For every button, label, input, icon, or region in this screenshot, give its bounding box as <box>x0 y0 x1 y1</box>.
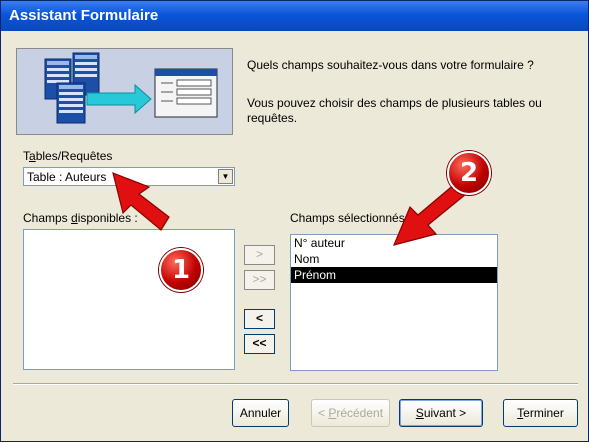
tables-to-form-graphic <box>44 52 218 124</box>
wizard-hint: Vous pouvez choisir des champs de plusie… <box>247 96 542 125</box>
wizard-illustration <box>16 48 233 135</box>
back-button[interactable]: < Précédent <box>311 399 390 427</box>
list-item-selected[interactable]: Prénom <box>291 267 497 283</box>
remove-field-button[interactable]: < <box>244 309 275 329</box>
wizard-window: Assistant Formulaire Quels champs souhai… <box>0 0 589 442</box>
wizard-question: Quels champs souhaitez-vous dans votre f… <box>247 58 534 72</box>
annotation-badge-2: 2 <box>447 151 491 195</box>
title-bar[interactable]: Assistant Formulaire <box>1 1 588 31</box>
finish-button[interactable]: Terminer <box>503 399 578 427</box>
cancel-button[interactable]: Annuler <box>232 399 289 427</box>
remove-all-fields-button[interactable]: << <box>244 334 275 354</box>
window-title: Assistant Formulaire <box>9 7 159 24</box>
annotation-badge-1: 1 <box>159 248 203 292</box>
available-fields-label: Champs disponibles : <box>23 211 138 225</box>
tables-queries-label: Tables/Requêtes <box>23 149 113 163</box>
available-fields-list[interactable] <box>23 229 235 370</box>
dropdown-arrow-icon[interactable]: ▼ <box>218 169 233 184</box>
add-all-fields-button[interactable]: >> <box>244 270 275 290</box>
add-field-button[interactable]: > <box>244 245 275 265</box>
footer-separator <box>13 383 578 385</box>
selected-fields-label: Champs sélectionnés : <box>290 211 412 225</box>
next-button[interactable]: Suivant > <box>399 399 483 427</box>
wizard-body: Quels champs souhaitez-vous dans votre f… <box>3 31 586 439</box>
list-item[interactable]: N° auteur <box>291 235 497 251</box>
dropdown-value: Table : Auteurs <box>27 170 107 184</box>
selected-fields-list[interactable]: N° auteur Nom Prénom <box>290 234 498 371</box>
list-item[interactable]: Nom <box>291 251 497 267</box>
tables-queries-dropdown[interactable]: Table : Auteurs ▼ <box>23 167 235 186</box>
